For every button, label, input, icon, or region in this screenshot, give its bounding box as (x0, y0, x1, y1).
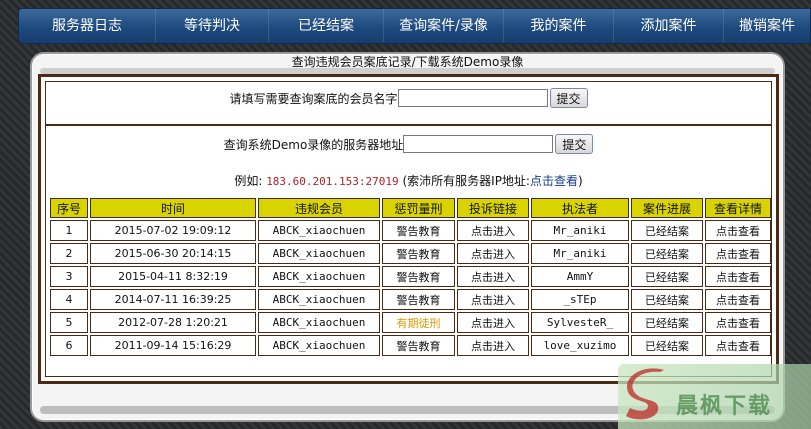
example-prefix: 例如: (234, 174, 263, 188)
row-enforcer: _sTEp (531, 289, 629, 310)
demo-search-row: 查询系统Demo录像的服务器地址 提交 例如: 183.60.201.153:27… (46, 128, 771, 194)
row-time: 2014-07-11 16:39:25 (90, 289, 256, 310)
row-complaint-link[interactable]: 点击进入 (457, 266, 529, 287)
example-hint: 例如: 183.60.201.153:27019 (索沛所有服务器IP地址:点击… (46, 172, 771, 189)
row-enforcer: Mr_aniki (531, 220, 629, 241)
row-member: ABCK_xiaochuen (258, 289, 380, 310)
row-no: 3 (50, 266, 88, 287)
example-address: 183.60.201.153:27019 (266, 175, 399, 188)
row-time: 2012-07-28 1:20:21 (90, 312, 256, 333)
nav-search-cases[interactable]: 查询案件/录像 (384, 9, 504, 43)
row-detail-link[interactable]: 点击查看 (705, 312, 771, 333)
row-time: 2015-06-30 20:14:15 (90, 243, 256, 264)
row-no: 2 (50, 243, 88, 264)
row-detail-link[interactable]: 点击查看 (705, 220, 771, 241)
table-row: 2 2015-06-30 20:14:15 ABCK_xiaochuen 警告教育 点击… (50, 243, 771, 264)
row-status: 已经结案 (631, 243, 703, 264)
demo-search-submit-button[interactable]: 提交 (555, 134, 594, 154)
watermark: 晨枫下载 (618, 364, 811, 429)
row-detail-link[interactable]: 点击查看 (705, 243, 771, 264)
cases-table: 序号 时间 违规会员 惩罚量刑 投诉链接 执法者 案件进展 查看详情 1 2015… (48, 196, 773, 358)
row-enforcer: Mr_aniki (531, 243, 629, 264)
nav-my-cases[interactable]: 我的案件 (504, 9, 614, 43)
table-row: 4 2014-07-11 16:39:25 ABCK_xiaochuen 警告教育 点击… (50, 289, 771, 310)
table-row: 3 2015-04-11 8:32:19 ABCK_xiaochuen 警告教育 点击进… (50, 266, 771, 287)
nav-pending-verdict[interactable]: 等待判决 (156, 9, 269, 43)
watermark-logo-icon (626, 368, 664, 420)
row-detail-link[interactable]: 点击查看 (705, 289, 771, 310)
row-status: 已经结案 (631, 312, 703, 333)
nav-server-log[interactable]: 服务器日志 (19, 9, 156, 43)
col-detail: 查看详情 (705, 198, 771, 218)
row-complaint-link[interactable]: 点击进入 (457, 243, 529, 264)
content-inner: 请填写需要查询案底的会员名字 提交 查询系统Demo录像的服务器地址 提交 例如: … (45, 81, 772, 377)
col-enforcer: 执法者 (531, 198, 629, 218)
row-member: ABCK_xiaochuen (258, 335, 380, 356)
row-complaint-link[interactable]: 点击进入 (457, 289, 529, 310)
row-complaint-link[interactable]: 点击进入 (457, 335, 529, 356)
nav-revoke-case[interactable]: 撤销案件 (724, 9, 810, 43)
row-enforcer: love_xuzimo (531, 335, 629, 356)
demo-search-label: 查询系统Demo录像的服务器地址 (223, 137, 404, 152)
row-enforcer: AmmY (531, 266, 629, 287)
row-penalty: 警告教育 (382, 289, 455, 310)
row-no: 4 (50, 289, 88, 310)
row-penalty: 警告教育 (382, 335, 455, 356)
row-member: ABCK_xiaochuen (258, 312, 380, 333)
row-penalty: 有期徒刑 (382, 312, 455, 333)
table-row: 6 2011-09-14 15:16:29 ABCK_xiaochuen 警告教育 点击… (50, 335, 771, 356)
row-no: 1 (50, 220, 88, 241)
row-status: 已经结案 (631, 220, 703, 241)
col-time: 时间 (90, 198, 256, 218)
row-detail-link[interactable]: 点击查看 (705, 335, 771, 356)
row-time: 2015-04-11 8:32:19 (90, 266, 256, 287)
member-search-row: 请填写需要查询案底的会员名字 提交 (46, 82, 771, 126)
table-row: 1 2015-07-02 19:09:12 ABCK_xiaochuen 警告教育 点击… (50, 220, 771, 241)
row-penalty: 警告教育 (382, 243, 455, 264)
row-status: 已经结案 (631, 335, 703, 356)
example-note-close: ) (578, 174, 583, 188)
table-header-row: 序号 时间 违规会员 惩罚量刑 投诉链接 执法者 案件进展 查看详情 (50, 198, 771, 218)
row-penalty: 警告教育 (382, 220, 455, 241)
example-note: (索沛所有服务器IP地址: (402, 174, 530, 188)
row-penalty: 警告教育 (382, 266, 455, 287)
row-no: 6 (50, 335, 88, 356)
table-row: 5 2012-07-28 1:20:21 ABCK_xiaochuen 有期徒刑 点击进… (50, 312, 771, 333)
col-penalty: 惩罚量刑 (382, 198, 455, 218)
row-member: ABCK_xiaochuen (258, 243, 380, 264)
row-complaint-link[interactable]: 点击进入 (457, 312, 529, 333)
col-no: 序号 (50, 198, 88, 218)
demo-server-input[interactable] (403, 135, 554, 153)
member-search-submit-button[interactable]: 提交 (549, 88, 588, 108)
col-member: 违规会员 (258, 198, 380, 218)
row-complaint-link[interactable]: 点击进入 (457, 220, 529, 241)
nav-add-case[interactable]: 添加案件 (614, 9, 724, 43)
row-status: 已经结案 (631, 266, 703, 287)
row-member: ABCK_xiaochuen (258, 220, 380, 241)
member-search-label: 请填写需要查询案底的会员名字 (229, 91, 398, 106)
row-no: 5 (50, 312, 88, 333)
watermark-text: 晨枫下载 (676, 393, 773, 419)
content-frame: 请填写需要查询案底的会员名字 提交 查询系统Demo录像的服务器地址 提交 例如: … (38, 74, 779, 384)
row-enforcer: SylvesteR_ (531, 312, 629, 333)
col-complaint-link: 投诉链接 (457, 198, 529, 218)
panel-title: 查询违规会员案底记录/下载系统Demo录像 (291, 55, 524, 69)
top-nav: 服务器日志 等待判决 已经结案 查询案件/录像 我的案件 添加案件 撤销案件 (18, 8, 811, 44)
nav-closed-cases[interactable]: 已经结案 (269, 9, 384, 43)
row-time: 2011-09-14 15:16:29 (90, 335, 256, 356)
row-detail-link[interactable]: 点击查看 (705, 266, 771, 287)
row-status: 已经结案 (631, 289, 703, 310)
server-list-link[interactable]: 点击查看 (530, 174, 578, 188)
col-status: 案件进展 (631, 198, 703, 218)
member-search-input[interactable] (397, 89, 548, 107)
row-time: 2015-07-02 19:09:12 (90, 220, 256, 241)
row-member: ABCK_xiaochuen (258, 266, 380, 287)
